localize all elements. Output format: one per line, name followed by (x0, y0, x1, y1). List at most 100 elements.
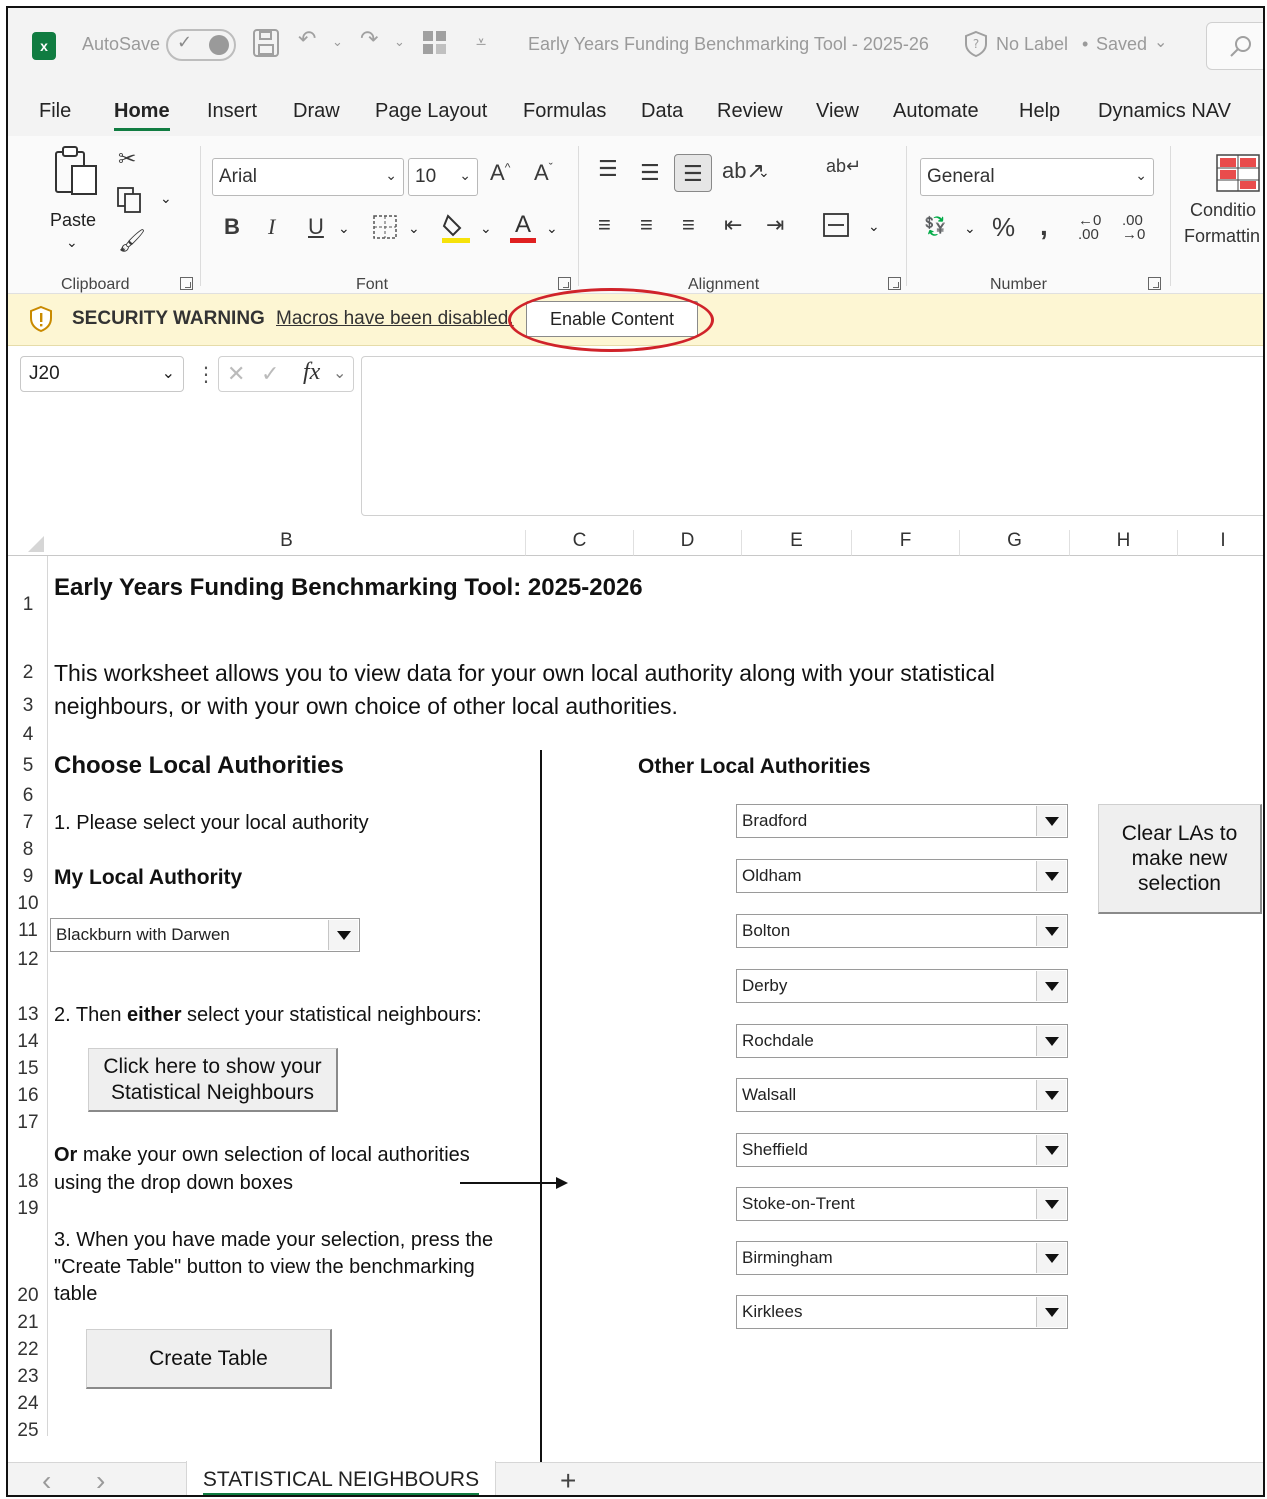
tab-view[interactable]: View (816, 100, 859, 123)
font-name-select[interactable]: Arial ⌄ (212, 158, 404, 196)
add-sheet-icon[interactable]: + (560, 1465, 576, 1495)
merge-center-icon[interactable] (822, 212, 850, 243)
cut-icon[interactable]: ✂ (118, 146, 136, 172)
dropdown-arrow-icon[interactable] (1036, 916, 1066, 946)
column-header-e[interactable]: E (742, 530, 852, 556)
font-size-select[interactable]: 10 ⌄ (408, 158, 478, 196)
conditional-formatting-label-2[interactable]: Formattin (1184, 226, 1260, 247)
copy-dropdown-icon[interactable]: ⌄ (160, 190, 172, 207)
row-header[interactable]: 19 (8, 1198, 48, 1220)
row-header[interactable]: 3 (8, 695, 48, 717)
row-header[interactable]: 17 (8, 1112, 48, 1134)
row-header[interactable]: 8 (8, 839, 48, 861)
save-icon[interactable] (252, 28, 280, 64)
row-header[interactable]: 22 (8, 1339, 48, 1361)
column-header-d[interactable]: D (634, 530, 742, 556)
search-button[interactable] (1206, 22, 1263, 70)
dropdown-arrow-icon[interactable] (1036, 806, 1066, 836)
align-middle-icon[interactable]: ☰ (640, 160, 660, 186)
row-header[interactable]: 13 (8, 1004, 48, 1026)
font-color-icon[interactable]: A (508, 210, 538, 249)
row-header[interactable]: 20 (8, 1285, 48, 1307)
accounting-dropdown-icon[interactable]: ⌄ (964, 220, 976, 237)
other-la-select-4[interactable]: Derby (736, 969, 1068, 1003)
column-header-g[interactable]: G (960, 530, 1070, 556)
increase-font-icon[interactable]: A^ (490, 160, 510, 186)
italic-icon[interactable]: I (268, 214, 275, 240)
other-la-select-2[interactable]: Oldham (736, 859, 1068, 893)
align-center-icon[interactable]: ≡ (640, 212, 653, 238)
dropdown-arrow-icon[interactable] (1036, 1026, 1066, 1056)
dropdown-arrow-icon[interactable] (1036, 861, 1066, 891)
merge-dropdown-icon[interactable]: ⌄ (868, 218, 880, 235)
redo-dropdown-icon[interactable]: ⌄ (394, 34, 405, 50)
sheet-tab-statistical-neighbours[interactable]: STATISTICAL NEIGHBOURS (186, 1461, 496, 1495)
row-header[interactable]: 2 (8, 662, 48, 684)
other-la-select-7[interactable]: Sheffield (736, 1133, 1068, 1167)
other-la-select-8[interactable]: Stoke-on-Trent (736, 1187, 1068, 1221)
tab-formulas[interactable]: Formulas (523, 100, 606, 123)
increase-indent-icon[interactable]: ⇥ (766, 212, 784, 238)
row-header[interactable]: 10 (8, 893, 48, 915)
row-header[interactable]: 23 (8, 1366, 48, 1388)
other-la-select-9[interactable]: Birmingham (736, 1241, 1068, 1275)
underline-icon[interactable]: U (308, 214, 324, 240)
comma-style-icon[interactable]: , (1040, 210, 1048, 242)
grid-icon[interactable] (422, 30, 448, 61)
tab-home[interactable]: Home (114, 100, 170, 131)
other-la-select-3[interactable]: Bolton (736, 914, 1068, 948)
redo-icon[interactable]: ↷ (360, 26, 378, 52)
column-header-h[interactable]: H (1070, 530, 1178, 556)
align-bottom-button[interactable]: ☰ (674, 154, 712, 192)
dropdown-arrow-icon[interactable] (1036, 1189, 1066, 1219)
conditional-formatting-icon[interactable] (1216, 154, 1260, 199)
customize-toolbar-icon[interactable]: ⩡ (476, 32, 486, 53)
tab-dynamics-nav[interactable]: Dynamics NAV (1098, 100, 1231, 123)
row-header[interactable]: 14 (8, 1031, 48, 1053)
formula-input[interactable] (361, 356, 1263, 516)
name-box[interactable]: J20 ⌄ (20, 356, 184, 392)
align-right-icon[interactable]: ≡ (682, 212, 695, 238)
column-header-i[interactable]: I (1178, 530, 1263, 556)
confirm-icon[interactable]: ✓ (261, 361, 279, 387)
undo-icon[interactable]: ↶ (298, 26, 316, 52)
dropdown-arrow-icon[interactable] (1036, 971, 1066, 1001)
dropdown-arrow-icon[interactable] (1036, 1297, 1066, 1327)
label-status[interactable]: No Label (996, 34, 1068, 55)
select-all-corner[interactable] (8, 530, 48, 556)
paste-dropdown-icon[interactable]: ⌄ (66, 234, 78, 251)
borders-icon[interactable] (372, 214, 398, 245)
insert-function-icon[interactable]: fx (303, 359, 320, 386)
percent-icon[interactable]: % (992, 212, 1015, 243)
dropdown-arrow-icon[interactable] (328, 920, 358, 950)
column-header-f[interactable]: F (852, 530, 960, 556)
paste-icon[interactable] (52, 144, 100, 203)
row-header[interactable]: 9 (8, 866, 48, 888)
conditional-formatting-label-1[interactable]: Conditio (1190, 200, 1256, 221)
font-color-dropdown-icon[interactable]: ⌄ (546, 220, 558, 237)
row-header[interactable]: 18 (8, 1171, 48, 1193)
my-la-select[interactable]: Blackburn with Darwen (50, 918, 360, 952)
align-left-icon[interactable]: ≡ (598, 212, 611, 238)
borders-dropdown-icon[interactable]: ⌄ (408, 220, 420, 237)
tab-review[interactable]: Review (717, 100, 783, 123)
tab-data[interactable]: Data (641, 100, 683, 123)
column-header-b[interactable]: B (48, 530, 526, 556)
clear-las-button[interactable]: Clear LAs to make new selection (1098, 804, 1262, 914)
row-header[interactable]: 15 (8, 1058, 48, 1080)
row-header[interactable]: 1 (8, 594, 48, 616)
bold-icon[interactable]: B (224, 214, 240, 240)
wrap-text-icon[interactable]: ab↵ (826, 156, 861, 177)
macros-disabled-link[interactable]: Macros have been disabled. (276, 308, 514, 330)
tab-file[interactable]: File (39, 100, 71, 123)
sensitivity-shield-icon[interactable]: ? (964, 30, 988, 63)
autosave-toggle[interactable]: ✓ (166, 29, 236, 61)
align-top-icon[interactable]: ☰ (598, 156, 618, 182)
other-la-select-10[interactable]: Kirklees (736, 1295, 1068, 1329)
row-header[interactable]: 7 (8, 812, 48, 834)
more-options-icon[interactable]: ⋮ (196, 362, 216, 387)
format-painter-icon[interactable]: 🖌 (118, 228, 146, 254)
tab-draw[interactable]: Draw (293, 100, 340, 123)
chevron-down-icon[interactable]: ⌄ (1154, 32, 1167, 52)
row-header[interactable]: 6 (8, 785, 48, 807)
